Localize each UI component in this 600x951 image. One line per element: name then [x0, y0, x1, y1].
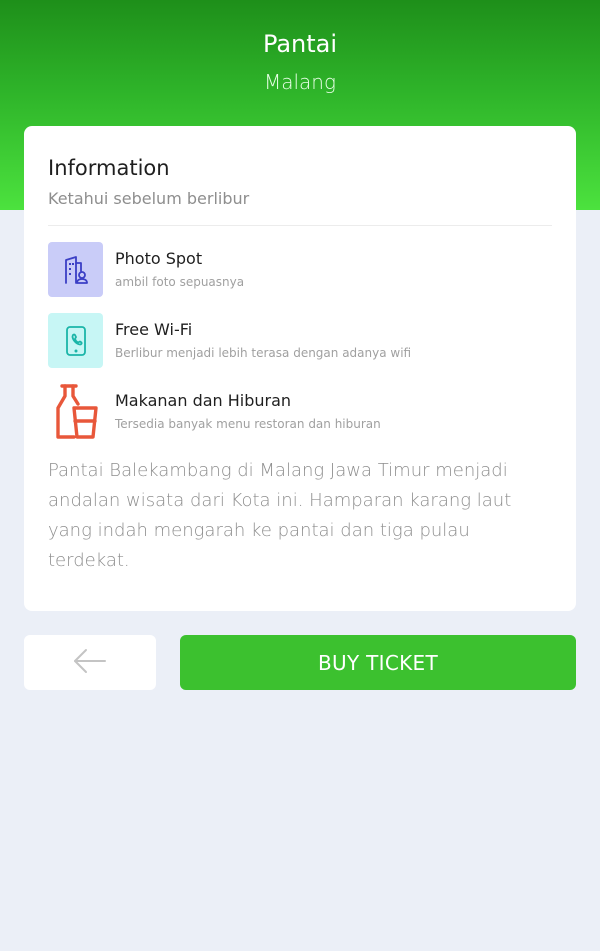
back-button[interactable]	[24, 635, 156, 690]
buy-ticket-button[interactable]: BUY TICKET	[180, 635, 576, 690]
feature-photo-spot: Photo Spot ambil foto sepuasnya	[48, 242, 552, 298]
phone-icon	[48, 313, 103, 368]
feature-title: Free Wi-Fi	[115, 320, 193, 339]
information-subtitle: Ketahui sebelum berlibur	[48, 189, 250, 208]
feature-title: Photo Spot	[115, 249, 203, 268]
page-title: Pantai	[262, 30, 338, 58]
feature-title: Makanan dan Hiburan	[115, 391, 292, 410]
information-title: Information	[48, 156, 170, 180]
feature-description: ambil foto sepuasnya	[115, 275, 245, 289]
page-subtitle: Malang	[263, 70, 336, 94]
feature-description: Berlibur menjadi lebih terasa dengan ada…	[115, 346, 412, 360]
feature-food-entertainment: Makanan dan Hiburan Tersedia banyak menu…	[48, 383, 552, 440]
description-text: Pantai Balekambang di Malang Jawa Timur …	[48, 460, 512, 571]
arrow-left-icon	[73, 648, 107, 677]
information-card: Information Ketahui sebelum berlibur Pho…	[24, 126, 576, 611]
divider	[48, 225, 552, 226]
photo-spot-icon	[48, 242, 103, 297]
feature-free-wifi: Free Wi-Fi Berlibur menjadi lebih terasa…	[48, 313, 552, 369]
feature-description: Tersedia banyak menu restoran dan hibura…	[115, 417, 381, 431]
bottle-glass-icon	[48, 383, 103, 439]
